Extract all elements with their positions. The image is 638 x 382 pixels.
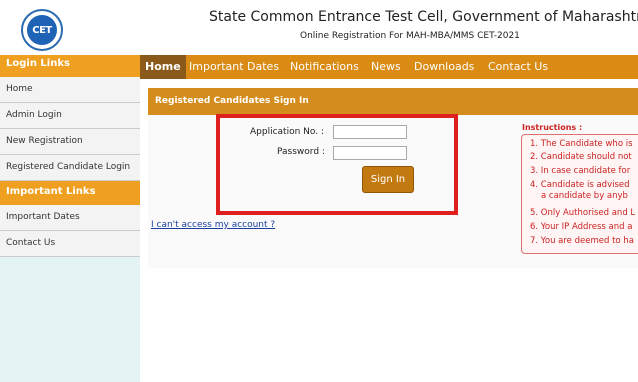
sidebar-item-important-dates[interactable]: Important Dates: [0, 205, 140, 231]
sidebar-heading-important-links: Important Links: [0, 181, 140, 205]
highlight-box: [216, 114, 458, 215]
instructions-box: 1. The Candidate who is 2. Candidate sho…: [521, 134, 638, 254]
cant-access-account-link[interactable]: I can't access my account ?: [151, 220, 275, 230]
instruction-item: 3. In case candidate for: [530, 166, 631, 176]
sidebar-item-registered-candidate-login[interactable]: Registered Candidate Login: [0, 155, 140, 181]
nav-important-dates[interactable]: Important Dates: [189, 55, 279, 79]
instruction-item: 5. Only Authorised and L: [530, 208, 636, 218]
sidebar-item-admin-login[interactable]: Admin Login: [0, 103, 140, 129]
nav-home[interactable]: Home: [140, 55, 186, 79]
site-title: State Common Entrance Test Cell, Governm…: [209, 9, 638, 25]
nav-downloads[interactable]: Downloads: [414, 55, 474, 79]
sidebar-item-new-registration[interactable]: New Registration: [0, 129, 140, 155]
cet-logo: CET: [21, 9, 63, 51]
instruction-item: 1. The Candidate who is: [530, 139, 633, 149]
logo-emblem: CET: [27, 15, 57, 45]
sidebar-item-home[interactable]: Home: [0, 77, 140, 103]
logo-text: CET: [32, 24, 52, 36]
nav-notifications[interactable]: Notifications: [290, 55, 359, 79]
sidebar-item-contact-us[interactable]: Contact Us: [0, 231, 140, 257]
sidebar-heading-login-links: Login Links: [0, 55, 140, 77]
instruction-item: 2. Candidate should not: [530, 152, 632, 162]
top-navigation: Home Important Dates Notifications News …: [140, 55, 638, 79]
instruction-item: 4. Candidate is advised: [530, 180, 630, 190]
panel-title: Registered Candidates Sign In: [148, 88, 638, 115]
nav-contact-us[interactable]: Contact Us: [488, 55, 548, 79]
page: CET State Common Entrance Test Cell, Gov…: [0, 0, 638, 382]
instruction-item: 6. Your IP Address and a: [530, 222, 633, 232]
instruction-item: 7. You are deemed to ha: [530, 236, 634, 246]
nav-news[interactable]: News: [371, 55, 401, 79]
instruction-item: a candidate by anyb: [541, 191, 628, 201]
site-subtitle: Online Registration For MAH-MBA/MMS CET-…: [300, 31, 520, 41]
instructions-title: Instructions :: [522, 123, 583, 132]
sidebar: Login Links Home Admin Login New Registr…: [0, 55, 140, 382]
